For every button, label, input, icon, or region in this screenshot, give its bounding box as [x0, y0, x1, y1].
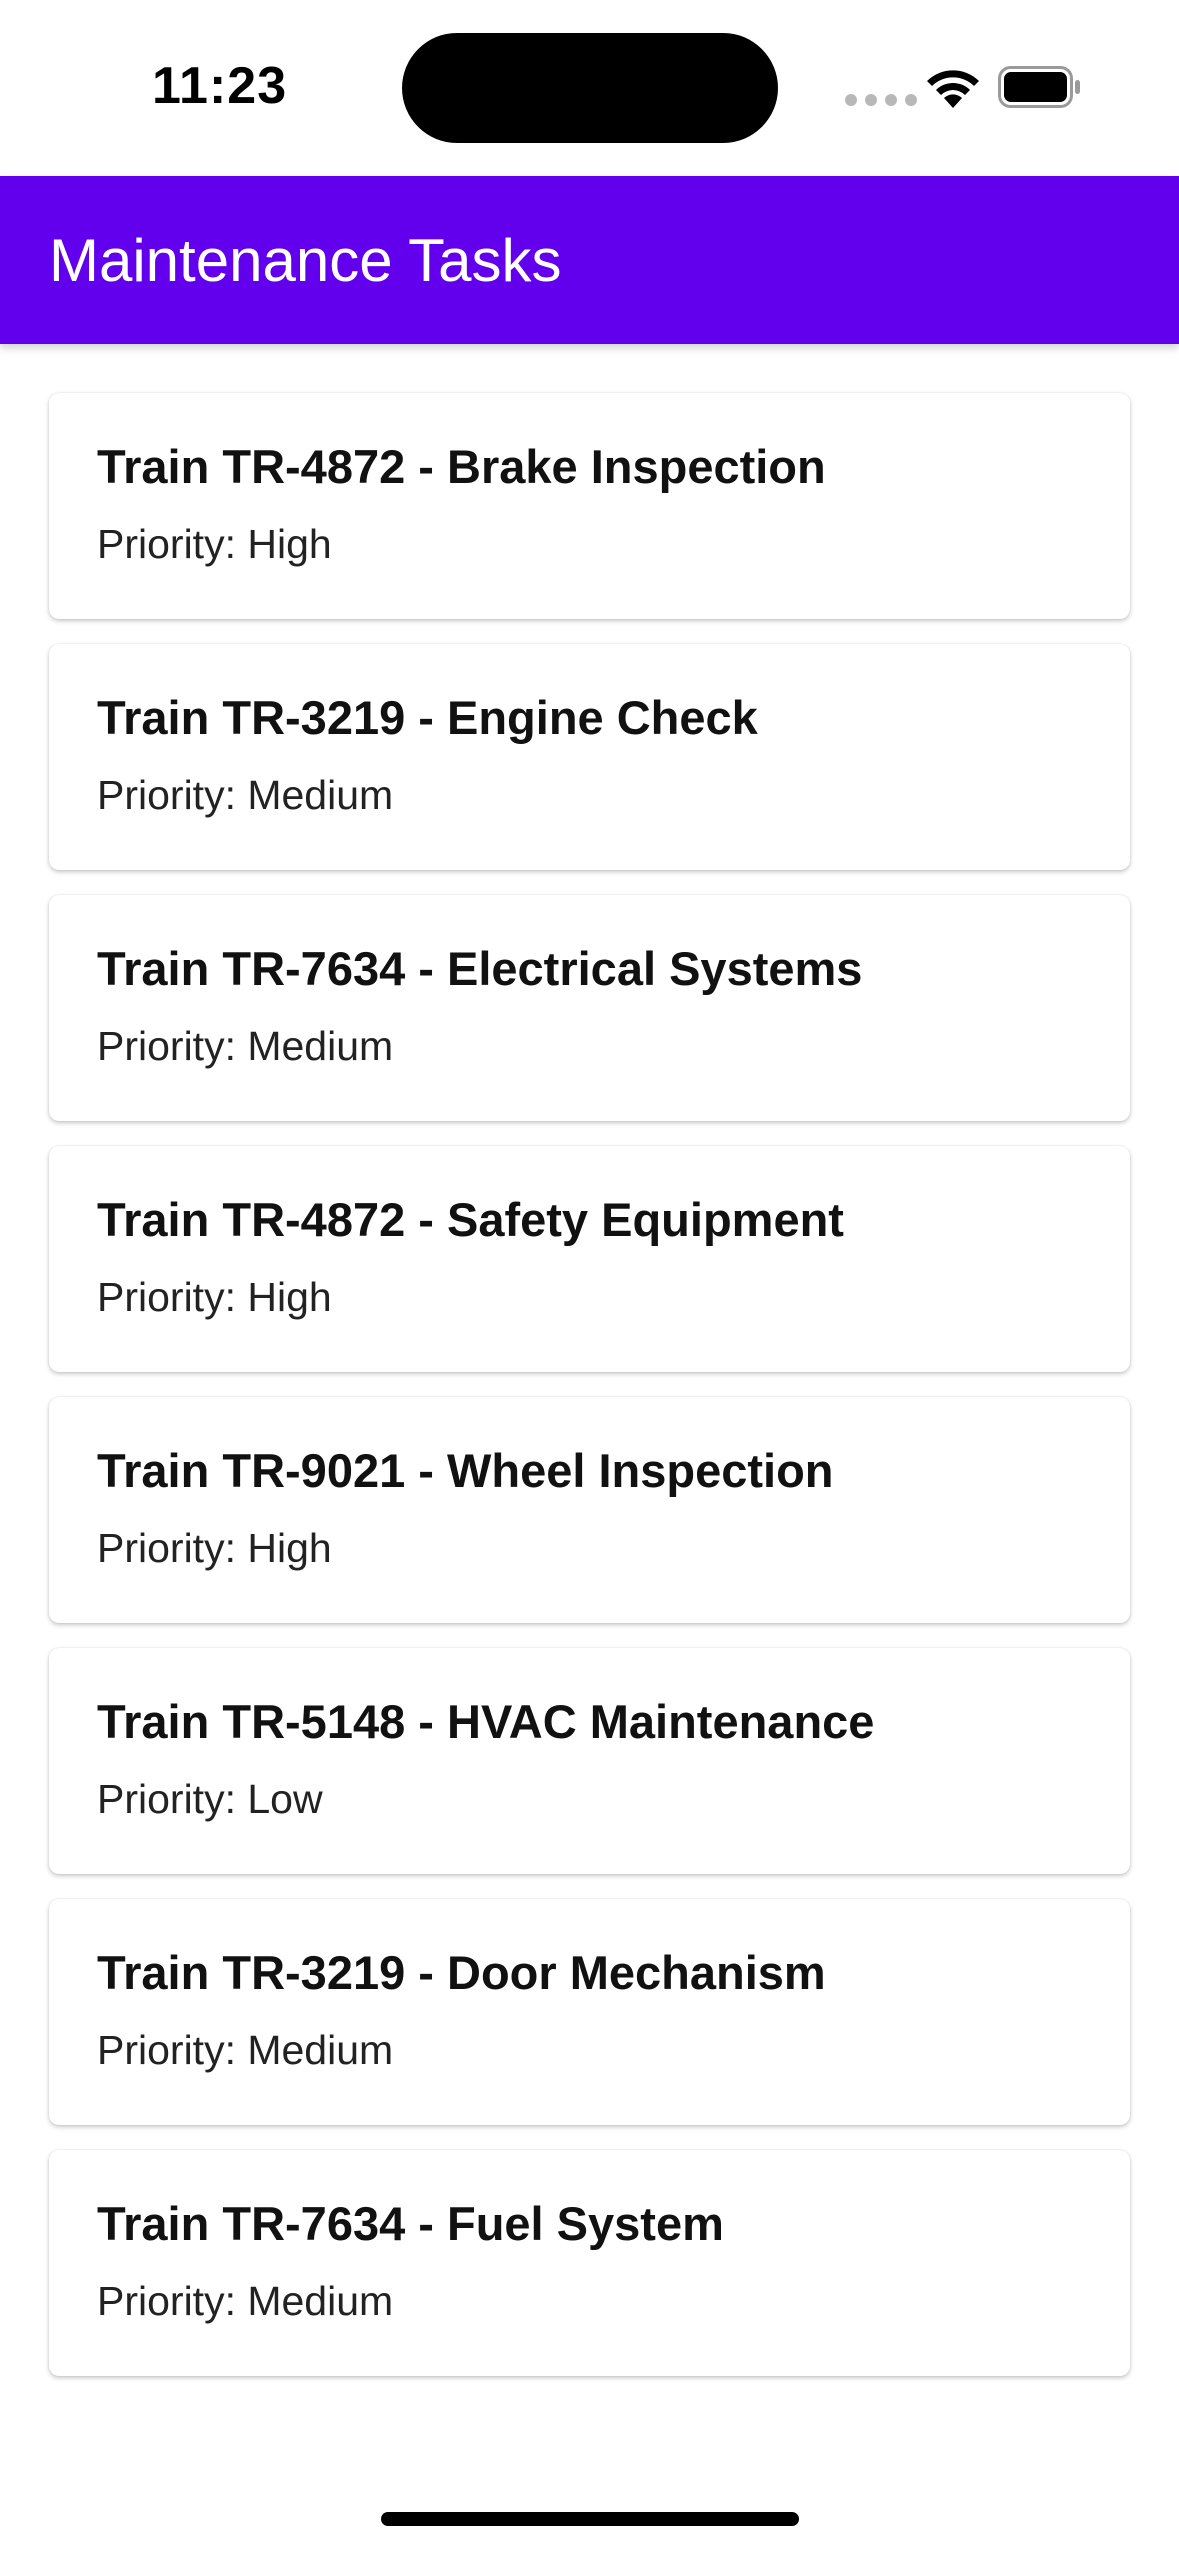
status-bar: 11:23 [0, 0, 1179, 176]
task-priority: Priority: High [97, 1525, 332, 1571]
app-bar: Maintenance Tasks [0, 176, 1179, 344]
task-card[interactable]: Train TR-9021 - Wheel Inspection Priorit… [49, 1397, 1130, 1623]
task-card[interactable]: Train TR-3219 - Door Mechanism Priority:… [49, 1899, 1130, 2125]
battery-icon [998, 66, 1080, 108]
task-priority: Priority: High [97, 521, 332, 567]
page-title: Maintenance Tasks [49, 227, 562, 294]
task-title: Train TR-3219 - Door Mechanism [97, 1946, 826, 1999]
task-list: Train TR-4872 - Brake Inspection Priorit… [49, 393, 1130, 2401]
task-title: Train TR-7634 - Fuel System [97, 2197, 724, 2250]
home-indicator[interactable] [381, 2512, 799, 2526]
task-card[interactable]: Train TR-7634 - Fuel System Priority: Me… [49, 2150, 1130, 2376]
task-priority: Priority: Medium [97, 2027, 394, 2073]
task-card[interactable]: Train TR-3219 - Engine Check Priority: M… [49, 644, 1130, 870]
task-priority: Priority: High [97, 1274, 332, 1320]
wifi-icon [927, 70, 979, 108]
status-time: 11:23 [152, 57, 288, 115]
task-card[interactable]: Train TR-5148 - HVAC Maintenance Priorit… [49, 1648, 1130, 1874]
task-card[interactable]: Train TR-4872 - Brake Inspection Priorit… [49, 393, 1130, 619]
signal-dots-icon [845, 94, 917, 106]
task-title: Train TR-5148 - HVAC Maintenance [97, 1695, 875, 1748]
task-card[interactable]: Train TR-7634 - Electrical Systems Prior… [49, 895, 1130, 1121]
task-priority: Priority: Medium [97, 772, 394, 818]
task-title: Train TR-4872 - Brake Inspection [97, 440, 826, 493]
task-title: Train TR-3219 - Engine Check [97, 691, 758, 744]
task-priority: Priority: Low [97, 1776, 323, 1822]
task-card[interactable]: Train TR-4872 - Safety Equipment Priorit… [49, 1146, 1130, 1372]
task-priority: Priority: Medium [97, 2278, 394, 2324]
task-title: Train TR-4872 - Safety Equipment [97, 1193, 844, 1246]
task-priority: Priority: Medium [97, 1023, 394, 1069]
dynamic-island [402, 33, 778, 143]
task-title: Train TR-7634 - Electrical Systems [97, 942, 863, 995]
task-title: Train TR-9021 - Wheel Inspection [97, 1444, 834, 1497]
